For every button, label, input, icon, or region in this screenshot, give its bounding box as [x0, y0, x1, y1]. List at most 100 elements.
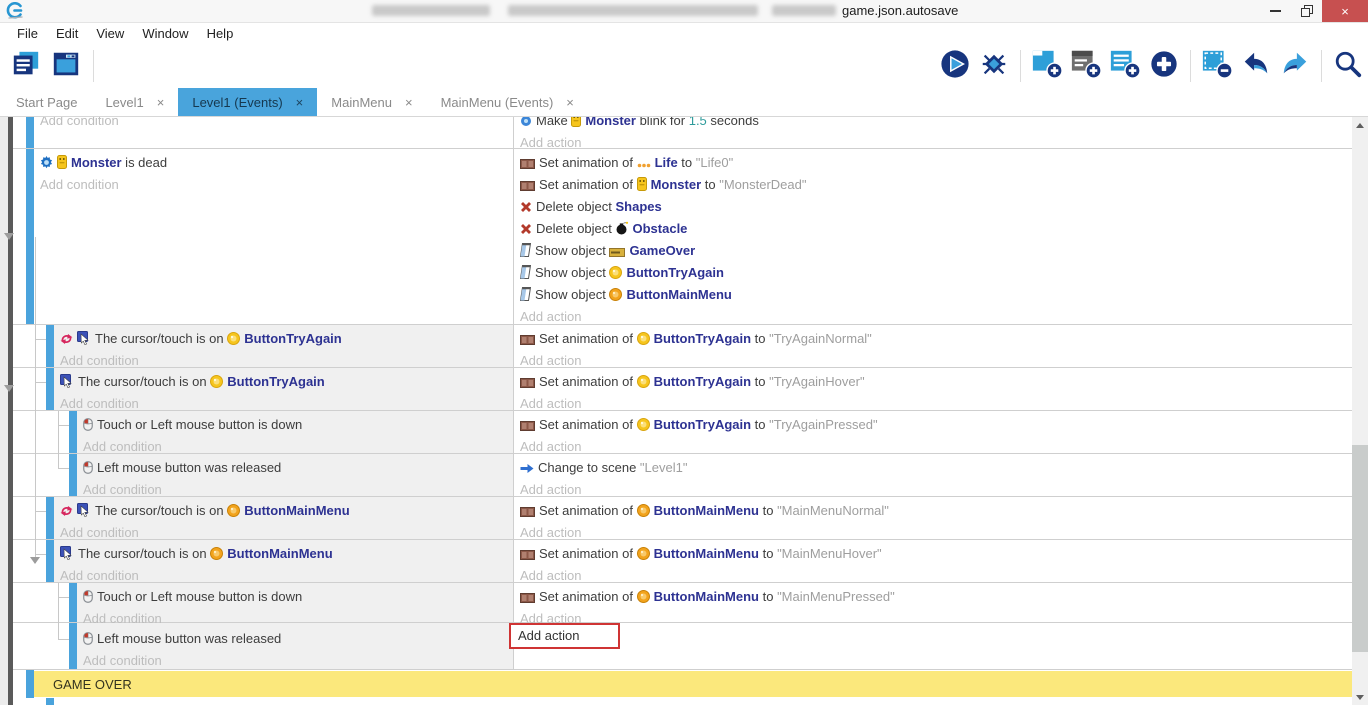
action-line[interactable]: Set animation of ButtonTryAgain to "TryA…	[520, 371, 1352, 393]
object-name: ButtonTryAgain	[626, 265, 724, 280]
redo-button[interactable]	[1279, 50, 1311, 82]
scrollbar-thumb[interactable]	[1352, 445, 1368, 652]
project-manager-button[interactable]	[10, 50, 42, 82]
action-line[interactable]: Show object GameOver	[520, 240, 1352, 262]
tab-label: MainMenu (Events)	[441, 95, 554, 110]
scene-editor-button[interactable]	[50, 50, 82, 82]
text-part: to	[751, 374, 769, 389]
text-part: is dead	[122, 155, 168, 170]
action-line[interactable]: Make Monster blink for 1.5 seconds	[520, 117, 1352, 132]
tab-mainmenu[interactable]: MainMenu×	[317, 88, 426, 116]
minimize-button[interactable]	[1258, 0, 1292, 22]
text-part: Touch or Left mouse button is down	[97, 589, 302, 604]
action-line[interactable]: Set animation of ButtonMainMenu to "Main…	[520, 543, 1352, 565]
action-line[interactable]: Show object ButtonMainMenu	[520, 284, 1352, 306]
tab-level1-events-[interactable]: Level1 (Events)×	[178, 88, 317, 116]
gdevelop-window: game.json.autosave × FileEditViewWindowH…	[0, 0, 1368, 705]
events-sheet: Add condition Make Monster blink for 1.5 …	[13, 117, 1352, 705]
invert-icon	[60, 330, 73, 350]
condition-line[interactable]: The cursor/touch is on ButtonTryAgain	[60, 371, 513, 393]
anim-icon	[520, 502, 535, 522]
actions-cell: Set animation of ButtonTryAgain to "TryA…	[513, 325, 1352, 367]
redacted-title-text	[772, 5, 836, 16]
add-event-button[interactable]	[1031, 50, 1063, 82]
add-condition-button[interactable]: Add condition	[40, 117, 513, 132]
toolbar-separator	[1321, 50, 1322, 82]
event-row-cursor-on-mainmenu-inverted: The cursor/touch is on ButtonMainMenuAdd…	[13, 497, 1352, 540]
action-line[interactable]: Delete object Obstacle	[520, 218, 1352, 240]
menu-item-file[interactable]: File	[8, 26, 47, 41]
text-part: blink for	[636, 117, 689, 128]
text-part: to	[751, 417, 769, 432]
condition-line[interactable]: Left mouse button was released	[83, 628, 513, 650]
comment-event[interactable]: GAME OVER	[34, 671, 1352, 697]
menu-item-help[interactable]: Help	[198, 26, 243, 41]
add-sub-event-button[interactable]	[1070, 50, 1102, 82]
window-title: game.json.autosave	[842, 3, 958, 18]
close-button[interactable]: ×	[1322, 0, 1368, 22]
conditions-cell: The cursor/touch is on ButtonTryAgainAdd…	[46, 368, 513, 410]
toolbar-separator	[1020, 50, 1021, 82]
scroll-up-button[interactable]	[1352, 117, 1368, 133]
text-part: Set animation of	[539, 177, 637, 192]
action-line[interactable]: Set animation of ButtonTryAgain to "TryA…	[520, 414, 1352, 436]
text-part: "MainMenuHover"	[777, 546, 882, 561]
tab-close-icon[interactable]: ×	[405, 95, 413, 110]
action-line[interactable]: Show object ButtonTryAgain	[520, 262, 1352, 284]
undo-button[interactable]	[1240, 50, 1272, 82]
debug-button[interactable]	[978, 50, 1010, 82]
condition-line[interactable]: The cursor/touch is on ButtonTryAgain	[60, 328, 513, 350]
toolbar-right	[939, 50, 1364, 82]
text-part: to	[759, 503, 777, 518]
vertical-scrollbar[interactable]	[1352, 117, 1368, 705]
condition-line[interactable]: Monster is dead	[40, 152, 513, 174]
menu-item-view[interactable]: View	[87, 26, 133, 41]
collapse-arrow-icon[interactable]	[4, 233, 14, 240]
action-line[interactable]: Set animation of ButtonMainMenu to "Main…	[520, 586, 1352, 608]
action-line[interactable]: Set animation of Life to "Life0"	[520, 152, 1352, 174]
scroll-down-button[interactable]	[1352, 689, 1368, 705]
collapse-arrow-icon[interactable]	[4, 385, 14, 392]
conditions-cell: Touch or Left mouse button is downAdd co…	[69, 583, 513, 622]
event-indent-bar	[26, 149, 34, 324]
action-line[interactable]: Change to scene "Level1"	[520, 457, 1352, 479]
tab-close-icon[interactable]: ×	[296, 95, 304, 110]
tab-level1[interactable]: Level1×	[91, 88, 178, 116]
tab-close-icon[interactable]: ×	[157, 95, 165, 110]
tree-connector-line	[35, 554, 46, 555]
toolbar	[0, 44, 1368, 88]
condition-line[interactable]: The cursor/touch is on ButtonMainMenu	[60, 543, 513, 565]
text-part: "MainMenuPressed"	[777, 589, 895, 604]
tab-close-icon[interactable]: ×	[566, 95, 574, 110]
search-button[interactable]	[1332, 50, 1364, 82]
collapse-arrow-icon[interactable]	[30, 557, 40, 564]
menu-item-edit[interactable]: Edit	[47, 26, 87, 41]
condition-line[interactable]: Touch or Left mouse button is down	[83, 586, 513, 608]
object-name: GameOver	[629, 243, 695, 258]
text-part: The cursor/touch is on	[78, 546, 210, 561]
restore-button[interactable]	[1292, 0, 1322, 22]
tab-start-page[interactable]: Start Page	[2, 88, 91, 116]
anim-icon	[520, 545, 535, 565]
add-other-button[interactable]	[1148, 50, 1180, 82]
actions-cell: Set animation of ButtonMainMenu to "Main…	[513, 497, 1352, 539]
add-condition-button[interactable]: Add condition	[40, 174, 513, 196]
tab-mainmenu-events-[interactable]: MainMenu (Events) ×	[427, 88, 588, 116]
condition-line[interactable]: Left mouse button was released	[83, 457, 513, 479]
action-line[interactable]: Set animation of Monster to "MonsterDead…	[520, 174, 1352, 196]
condition-line[interactable]: Touch or Left mouse button is down	[83, 414, 513, 436]
add-condition-button[interactable]: Add condition	[83, 650, 513, 672]
highlighted-add-action-button[interactable]: Add action	[509, 623, 620, 649]
menu-item-window[interactable]: Window	[133, 26, 197, 41]
remove-event-button[interactable]	[1201, 50, 1233, 82]
condition-line[interactable]: The cursor/touch is on ButtonMainMenu	[60, 500, 513, 522]
add-comment-button[interactable]	[1109, 50, 1141, 82]
tree-connector-line	[58, 411, 59, 468]
add-sub-event-icon	[1070, 48, 1102, 85]
event-row-prev-event-tail: Add condition Make Monster blink for 1.5 …	[13, 117, 1352, 149]
play-button[interactable]	[939, 50, 971, 82]
action-line[interactable]: Delete object Shapes	[520, 196, 1352, 218]
action-line[interactable]: Set animation of ButtonTryAgain to "TryA…	[520, 328, 1352, 350]
conditions-cell: Add condition	[26, 117, 513, 148]
action-line[interactable]: Set animation of ButtonMainMenu to "Main…	[520, 500, 1352, 522]
